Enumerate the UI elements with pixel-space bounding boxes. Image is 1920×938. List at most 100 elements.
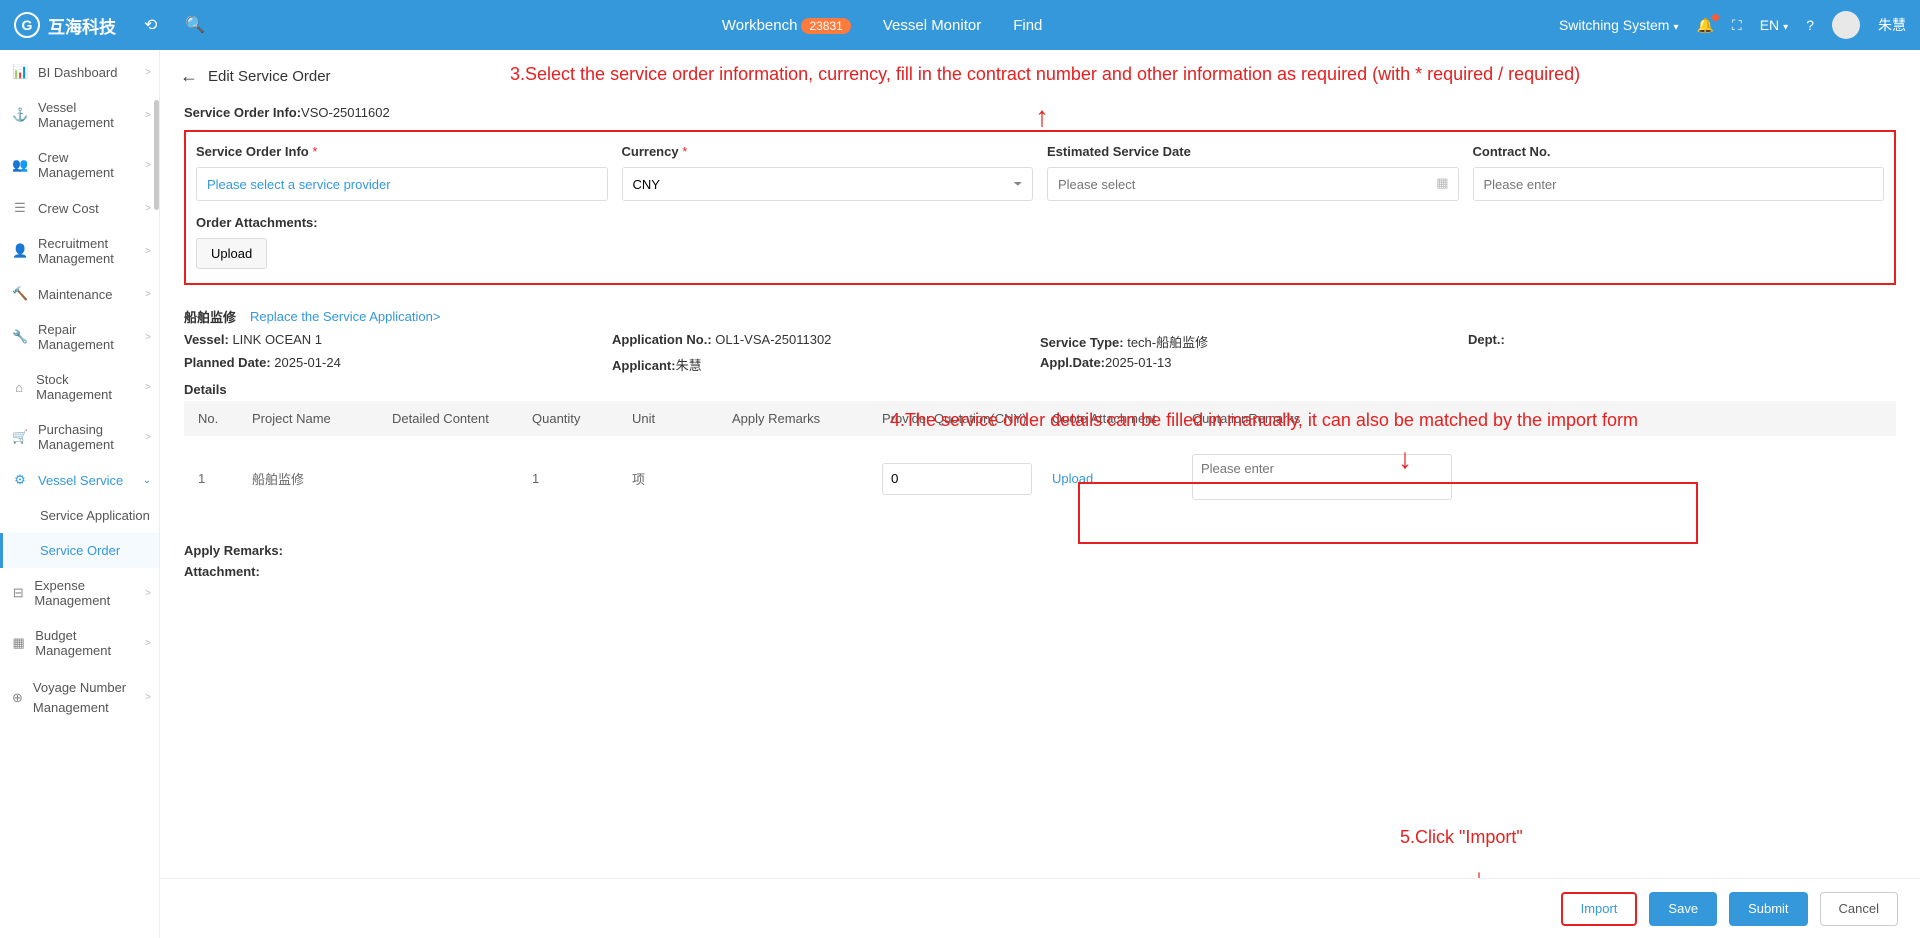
- back-arrow-icon[interactable]: ←: [180, 66, 198, 87]
- sidebar-label: Recruitment Management: [38, 236, 135, 266]
- chevron-icon: >: [145, 110, 151, 121]
- sidebar-icon: ▦: [12, 635, 25, 651]
- sidebar-label: Voyage Number Management: [33, 678, 135, 717]
- annotation-3: 3.Select the service order information, …: [510, 64, 1580, 85]
- chevron-icon: >: [145, 588, 151, 599]
- sidebar-icon: ⚓: [12, 107, 28, 123]
- sidebar-item-bi-dashboard[interactable]: 📊BI Dashboard>: [0, 54, 159, 90]
- lang-switch[interactable]: EN: [1760, 17, 1788, 33]
- annotation-4-arrow: ↓: [1398, 452, 1412, 466]
- sidebar-label: Vessel Management: [38, 100, 135, 130]
- sidebar-item-crew-cost[interactable]: ☰Crew Cost>: [0, 190, 159, 226]
- nav-workbench[interactable]: Workbench23831: [722, 17, 851, 34]
- estimated-date-input[interactable]: [1047, 167, 1459, 201]
- sidebar-label: Repair Management: [38, 322, 135, 352]
- service-provider-input[interactable]: [196, 167, 608, 201]
- sidebar-icon: 🔧: [12, 329, 28, 345]
- details-label: Details: [184, 382, 1896, 397]
- sidebar-label: Crew Management: [38, 150, 135, 180]
- currency-select[interactable]: CNY: [622, 167, 1034, 201]
- avatar[interactable]: [1832, 11, 1860, 39]
- sidebar-label: Budget Management: [35, 628, 135, 658]
- chevron-icon: >: [145, 67, 151, 78]
- chevron-icon: >: [145, 289, 151, 300]
- sidebar-item-budget-management[interactable]: ▦ Budget Management >: [0, 618, 159, 668]
- sidebar-icon: ⌂: [12, 380, 26, 395]
- sidebar-icon: ⊟: [12, 585, 24, 601]
- sidebar-icon: ⊕: [12, 688, 23, 708]
- attachments-label: Order Attachments:: [196, 215, 1884, 230]
- fullscreen-icon[interactable]: ⛶: [1732, 17, 1742, 34]
- sidebar-item-crew-management[interactable]: 👥Crew Management>: [0, 140, 159, 190]
- sidebar-item-expense-management[interactable]: ⊟ Expense Management >: [0, 568, 159, 618]
- main-content: ← Edit Service Order 3.Select the servic…: [160, 50, 1920, 938]
- sidebar-scrollbar[interactable]: [154, 100, 159, 210]
- replace-application-link[interactable]: Replace the Service Application>: [250, 309, 440, 324]
- sidebar-item-vessel-management[interactable]: ⚓ Vessel Management >: [0, 90, 159, 140]
- field-estimated-date: Estimated Service Date ▦: [1047, 144, 1459, 201]
- sidebar-label: Maintenance: [38, 287, 112, 302]
- brand: G 互海科技: [14, 12, 116, 38]
- table-row: 1 船舶监修 1 项 Upload: [184, 436, 1896, 521]
- sidebar-icon: 👤: [12, 243, 28, 259]
- sidebar-icon: 🔨: [12, 286, 28, 302]
- chevron-icon: >: [145, 638, 151, 649]
- save-button[interactable]: Save: [1649, 892, 1717, 926]
- quote-upload-link[interactable]: Upload: [1052, 471, 1093, 486]
- section-title-zh: 船舶监修: [184, 307, 236, 326]
- chevron-icon: >: [145, 690, 151, 705]
- help-icon[interactable]: ?: [1806, 17, 1814, 33]
- top-nav: Workbench23831 Vessel Monitor Find: [205, 17, 1559, 34]
- sidebar-label: Expense Management: [34, 578, 135, 608]
- quotation-input[interactable]: [882, 463, 1032, 495]
- page-title: Edit Service Order: [208, 68, 331, 85]
- sidebar-item-stock-management[interactable]: ⌂Stock Management>: [0, 362, 159, 412]
- bell-icon[interactable]: 🔔: [1696, 17, 1713, 34]
- field-currency: Currency * CNY: [622, 144, 1034, 201]
- chevron-icon: >: [145, 382, 151, 393]
- topbar-right: Switching System 🔔 ⛶ EN ? 朱慧: [1559, 11, 1906, 39]
- quotation-remarks-input[interactable]: [1192, 454, 1452, 500]
- nav-vessel-monitor[interactable]: Vessel Monitor: [883, 17, 981, 34]
- sidebar-icon: ⚙: [12, 472, 28, 488]
- chevron-icon: ⌄: [143, 475, 151, 486]
- footer-actions: Import Save Submit Cancel: [160, 878, 1920, 938]
- sidebar-item-purchasing-management[interactable]: 🛒 Purchasing Management >: [0, 412, 159, 462]
- logo-icon: G: [14, 12, 40, 38]
- annotation-4: 4.The service order details can be fille…: [890, 410, 1638, 431]
- sidebar-item-repair-management[interactable]: 🔧Repair Management>: [0, 312, 159, 362]
- back-circle-icon[interactable]: ⟲: [144, 15, 157, 35]
- meta-grid: Vessel: LINK OCEAN 1 Application No.: OL…: [184, 332, 1896, 374]
- chevron-icon: >: [145, 246, 151, 257]
- sidebar-sub-service-order[interactable]: Service Order: [0, 533, 159, 568]
- nav-find[interactable]: Find: [1013, 17, 1042, 34]
- sidebar-item-voyage-number-management[interactable]: ⊕ Voyage Number Management >: [0, 668, 159, 727]
- sidebar-icon: 📊: [12, 64, 28, 80]
- sidebar-sub-service-application[interactable]: Service Application: [0, 498, 159, 533]
- sidebar-label: Vessel Service: [38, 473, 123, 488]
- import-button[interactable]: Import: [1561, 892, 1638, 926]
- sidebar: 📊BI Dashboard> ⚓ Vessel Management > 👥 Crew M…: [0, 50, 160, 938]
- switching-system[interactable]: Switching System: [1559, 17, 1679, 33]
- sidebar-icon: 🛒: [12, 429, 28, 445]
- upload-button[interactable]: Upload: [196, 238, 267, 269]
- sidebar-item-recruitment-management[interactable]: 👤 Recruitment Management >: [0, 226, 159, 276]
- sidebar-icon: 👥: [12, 157, 28, 173]
- search-icon[interactable]: 🔍: [185, 15, 205, 35]
- topbar: G 互海科技 ⟲ 🔍 Workbench23831 Vessel Monitor…: [0, 0, 1920, 50]
- submit-button[interactable]: Submit: [1729, 892, 1807, 926]
- cancel-button[interactable]: Cancel: [1820, 892, 1898, 926]
- below-section: Apply Remarks: Attachment:: [184, 543, 1896, 579]
- contract-input[interactable]: [1473, 167, 1885, 201]
- sidebar-icon: ☰: [12, 200, 28, 216]
- form-section: Service Order Info * Currency * CNY Esti…: [184, 130, 1896, 285]
- annotation-5: 5.Click "Import": [1400, 827, 1523, 848]
- brand-text: 互海科技: [48, 13, 116, 38]
- annotation-3-arrow: ↑: [1035, 110, 1049, 124]
- chevron-icon: >: [145, 203, 151, 214]
- sidebar-item-maintenance[interactable]: 🔨 Maintenance >: [0, 276, 159, 312]
- sidebar-label: Purchasing Management: [38, 422, 135, 452]
- sidebar-item-vessel-service[interactable]: ⚙ Vessel Service ⌄: [0, 462, 159, 498]
- workbench-badge: 23831: [801, 18, 850, 34]
- chevron-icon: >: [145, 432, 151, 443]
